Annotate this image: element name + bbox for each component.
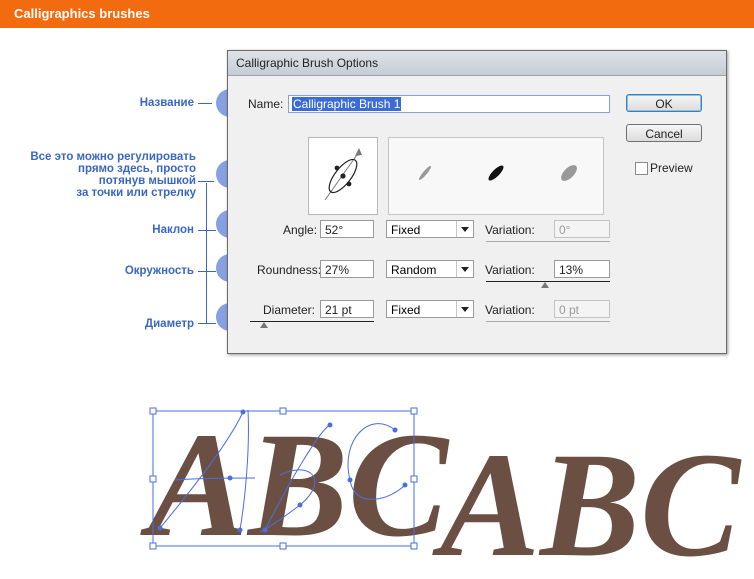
angle-variation-track bbox=[486, 241, 610, 242]
diameter-mode-value: Fixed bbox=[391, 303, 421, 317]
annotation-roundness: Окружность bbox=[124, 265, 194, 277]
roundness-input[interactable]: 27% bbox=[320, 260, 374, 278]
name-input[interactable]: Calligraphic Brush 1 bbox=[288, 95, 610, 113]
diameter-variation-input[interactable]: 0 pt bbox=[554, 300, 610, 318]
diameter-variation-track bbox=[486, 321, 610, 322]
annotation-adjust-line2: прямо здесь, просто bbox=[78, 163, 196, 175]
brush-path-outline bbox=[159, 409, 406, 533]
diameter-variation-label: Variation: bbox=[485, 303, 535, 317]
angle-arrow-icon bbox=[355, 148, 362, 156]
anchor-points bbox=[157, 409, 408, 533]
angle-mode-value: Fixed bbox=[391, 223, 421, 237]
selection-handles bbox=[149, 407, 418, 550]
annotation-connector bbox=[198, 181, 214, 182]
angle-variation-label: Variation: bbox=[485, 223, 535, 237]
variation-shapes bbox=[419, 165, 577, 181]
roundness-label: Roundness: bbox=[257, 263, 322, 277]
roundness-mode-select[interactable]: Random bbox=[386, 260, 474, 278]
angle-variation-input[interactable]: 0° bbox=[554, 220, 610, 238]
sample-text-selected: ABC bbox=[140, 402, 450, 568]
brush-shape-graphic[interactable] bbox=[309, 138, 377, 214]
selection-bounding-box bbox=[152, 410, 415, 547]
brush-shape-editor[interactable] bbox=[308, 137, 378, 215]
brush-options-dialog: Calligraphic Brush Options Name: Calligr… bbox=[227, 50, 727, 354]
annotation-diameter: Диаметр bbox=[144, 318, 194, 330]
name-label: Name: bbox=[248, 97, 284, 111]
header-banner: Calligraphics brushes bbox=[0, 0, 754, 28]
roundness-variation-input[interactable]: 13% bbox=[554, 260, 610, 278]
diameter-label: Diameter: bbox=[263, 303, 316, 317]
annotation-connector bbox=[198, 323, 216, 324]
preview-checkbox[interactable] bbox=[635, 162, 648, 175]
name-input-value: Calligraphic Brush 1 bbox=[292, 97, 402, 111]
annotation-name: Название bbox=[139, 97, 194, 109]
roundness-variation-slider-handle[interactable] bbox=[541, 282, 549, 288]
diameter-slider-handle[interactable] bbox=[260, 322, 268, 328]
annotation-connector bbox=[198, 271, 216, 272]
angle-mode-select[interactable]: Fixed bbox=[386, 220, 474, 238]
annotation-bracket bbox=[206, 183, 207, 323]
dialog-titlebar[interactable]: Calligraphic Brush Options bbox=[228, 51, 726, 76]
diameter-mode-select[interactable]: Fixed bbox=[386, 300, 474, 318]
angle-label: Angle: bbox=[283, 223, 318, 237]
chevron-down-icon[interactable] bbox=[456, 221, 473, 237]
banner-title: Calligraphics brushes bbox=[14, 6, 150, 21]
annotation-connector bbox=[198, 103, 212, 104]
ok-button[interactable]: OK bbox=[626, 94, 702, 112]
diameter-slider[interactable] bbox=[250, 321, 374, 322]
dialog-body: Name: Calligraphic Brush 1 OK Cancel Pre… bbox=[228, 75, 726, 353]
annotation-adjust-line4: за точки или стрелку bbox=[76, 187, 196, 199]
annotation-adjust-line1: Все это можно регулировать bbox=[30, 151, 196, 163]
chevron-down-icon[interactable] bbox=[456, 261, 473, 277]
brush-variation-preview bbox=[388, 137, 604, 215]
sample-text-final: ABC bbox=[432, 422, 742, 579]
chevron-down-icon[interactable] bbox=[456, 301, 473, 317]
roundness-variation-label: Variation: bbox=[485, 263, 535, 277]
diameter-input[interactable]: 21 pt bbox=[320, 300, 374, 318]
preview-label: Preview bbox=[650, 161, 693, 175]
angle-input[interactable]: 52° bbox=[320, 220, 374, 238]
sample-text-left: ABC bbox=[140, 402, 450, 568]
annotation-connector bbox=[198, 230, 216, 231]
annotation-adjust-line3: потянув мышкой bbox=[98, 175, 196, 187]
annotation-angle: Наклон bbox=[152, 224, 194, 236]
cancel-button[interactable]: Cancel bbox=[626, 124, 702, 142]
roundness-mode-value: Random bbox=[391, 263, 437, 277]
dialog-title: Calligraphic Brush Options bbox=[236, 56, 379, 70]
